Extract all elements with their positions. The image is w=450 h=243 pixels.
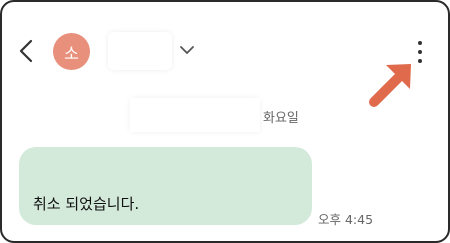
conversation-header: 소 xyxy=(2,2,448,107)
phone-screen: 소 화요일 취소 되었습니다. 오후 4:45 xyxy=(0,0,450,243)
back-button[interactable] xyxy=(12,35,40,67)
date-divider: 화요일 xyxy=(2,98,448,132)
redacted-date-box xyxy=(130,98,260,132)
contact-avatar[interactable]: 소 xyxy=(53,33,90,70)
message-bubble[interactable]: 취소 되었습니다. xyxy=(19,147,312,225)
date-label: 화요일 xyxy=(263,111,299,126)
more-vert-icon-dot xyxy=(418,59,422,63)
avatar-initial: 소 xyxy=(64,43,79,63)
more-vert-icon xyxy=(418,41,422,45)
message-text: 취소 되었습니다. xyxy=(33,195,140,213)
chevron-down-icon[interactable] xyxy=(179,43,195,57)
contact-name-redacted[interactable] xyxy=(108,32,172,70)
message-timestamp: 오후 4:45 xyxy=(318,212,374,227)
back-arrow-icon xyxy=(19,39,33,63)
more-vert-icon-dot xyxy=(418,50,422,54)
